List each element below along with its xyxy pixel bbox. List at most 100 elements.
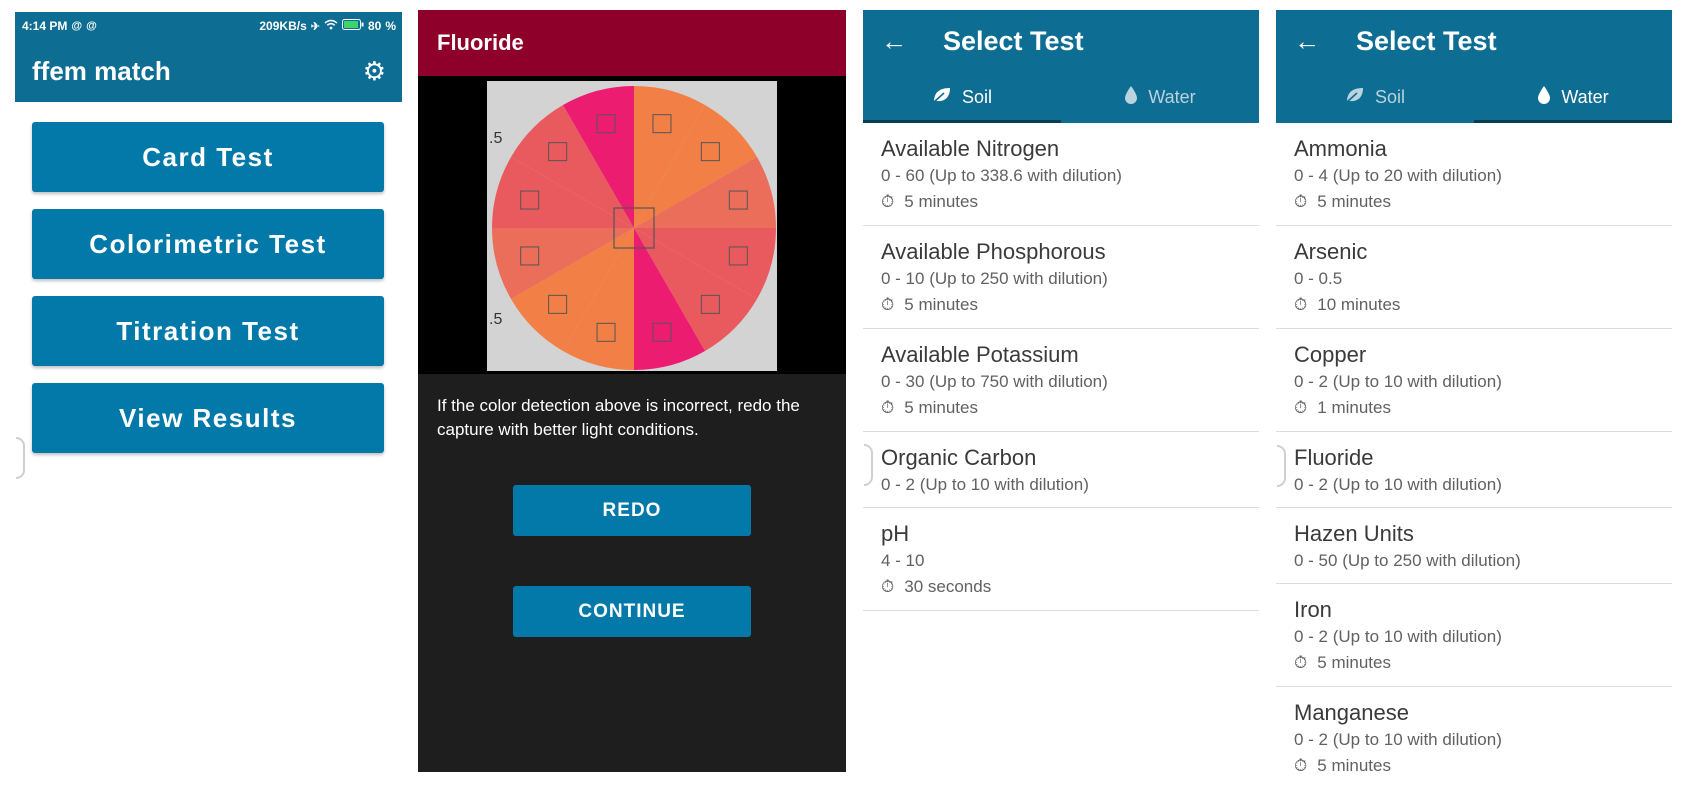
titration-test-button[interactable]: Titration Test bbox=[32, 296, 384, 366]
test-range: 0 - 2 (Up to 10 with dilution) bbox=[1294, 372, 1502, 391]
fluoride-result-screen: Fluoride .5 .5 If the color detection ab… bbox=[418, 10, 846, 772]
timer-icon: ⏱ bbox=[1294, 653, 1308, 672]
tab-label: Water bbox=[1148, 87, 1196, 107]
test-list: Available Nitrogen 0 - 60 (Up to 338.6 w… bbox=[863, 123, 1259, 611]
tab-water[interactable]: Water bbox=[1061, 72, 1259, 123]
list-item[interactable]: Organic Carbon 0 - 2 (Up to 10 with dilu… bbox=[863, 432, 1259, 508]
app-bar: ffem match ⚙ bbox=[15, 40, 402, 102]
timer-icon: ⏱ bbox=[1294, 192, 1308, 211]
test-range: 0 - 10 (Up to 250 with dilution) bbox=[881, 269, 1108, 288]
timer-icon: ⏱ bbox=[1294, 756, 1308, 772]
partial-label: .5 bbox=[489, 311, 502, 328]
timer-icon: ⏱ bbox=[881, 577, 895, 596]
test-time: 5 minutes bbox=[1317, 653, 1391, 672]
battery-level: 80 bbox=[367, 19, 382, 33]
test-range: 0 - 4 (Up to 20 with dilution) bbox=[1294, 166, 1502, 185]
list-item[interactable]: Arsenic 0 - 0.5 ⏱ 10 minutes bbox=[1276, 226, 1672, 329]
list-item[interactable]: Manganese 0 - 2 (Up to 10 with dilution)… bbox=[1276, 687, 1672, 772]
test-name: Arsenic bbox=[1294, 239, 1368, 264]
colorimetric-test-button[interactable]: Colorimetric Test bbox=[32, 209, 384, 279]
list-item[interactable]: Available Potassium 0 - 30 (Up to 750 wi… bbox=[863, 329, 1259, 432]
gear-icon[interactable]: ⚙ bbox=[363, 58, 386, 84]
view-results-button[interactable]: View Results bbox=[32, 383, 384, 453]
page-title: Select Test bbox=[1356, 25, 1497, 56]
list-item[interactable]: Ammonia 0 - 4 (Up to 20 with dilution) ⏱… bbox=[1276, 123, 1672, 226]
test-name: Available Potassium bbox=[881, 342, 1079, 367]
test-time: 5 minutes bbox=[904, 295, 978, 314]
test-range: 4 - 10 bbox=[881, 551, 925, 570]
test-time: 10 minutes bbox=[1317, 295, 1401, 314]
category-tabs: Soil Water bbox=[1276, 72, 1672, 123]
timer-icon: ⏱ bbox=[1294, 398, 1308, 417]
list-item[interactable]: Available Nitrogen 0 - 60 (Up to 338.6 w… bbox=[863, 123, 1259, 226]
timer-icon: ⏱ bbox=[881, 295, 895, 314]
test-time: 1 minutes bbox=[1317, 398, 1391, 417]
test-range: 0 - 50 (Up to 250 with dilution) bbox=[1294, 551, 1521, 570]
list-item[interactable]: Fluoride 0 - 2 (Up to 10 with dilution) bbox=[1276, 432, 1672, 508]
list-item[interactable]: Copper 0 - 2 (Up to 10 with dilution) ⏱ 1… bbox=[1276, 329, 1672, 432]
test-range: 0 - 2 (Up to 10 with dilution) bbox=[1294, 730, 1502, 749]
tab-label: Water bbox=[1561, 87, 1609, 107]
status-bar: 4:14 PM @ @ 209KB/s ✈ 80% bbox=[15, 12, 402, 40]
main-menu-screen: 4:14 PM @ @ 209KB/s ✈ 80% ffem match ⚙ C… bbox=[15, 12, 402, 772]
test-name: Copper bbox=[1294, 342, 1367, 367]
continue-button[interactable]: CONTINUE bbox=[513, 586, 751, 637]
test-list: Ammonia 0 - 4 (Up to 20 with dilution) ⏱… bbox=[1276, 123, 1672, 772]
timer-icon: ⏱ bbox=[881, 192, 895, 211]
select-test-water-screen: ← Select Test Soil Water Ammonia 0 - 4 (… bbox=[1276, 10, 1672, 772]
page-title: Select Test bbox=[943, 25, 1084, 56]
app-bar: Fluoride bbox=[418, 10, 846, 76]
notification-icon: @ bbox=[71, 20, 83, 32]
drop-icon bbox=[1124, 85, 1138, 110]
test-name: Manganese bbox=[1294, 700, 1409, 725]
card-test-button[interactable]: Card Test bbox=[32, 122, 384, 192]
test-range: 0 - 30 (Up to 750 with dilution) bbox=[881, 372, 1108, 391]
tab-soil[interactable]: Soil bbox=[1276, 72, 1474, 123]
notification-icon: @ bbox=[86, 20, 97, 32]
select-test-soil-screen: ← Select Test Soil Water Available Nitro… bbox=[863, 10, 1259, 772]
timer-icon: ⏱ bbox=[881, 398, 895, 417]
color-wheel: .5 .5 bbox=[487, 81, 777, 371]
test-name: Hazen Units bbox=[1294, 521, 1414, 546]
test-range: 0 - 2 (Up to 10 with dilution) bbox=[881, 475, 1089, 494]
test-name: Organic Carbon bbox=[881, 445, 1037, 470]
overscroll-indicator bbox=[1277, 445, 1286, 487]
test-name: Fluoride bbox=[1294, 445, 1374, 470]
app-bar: ← Select Test bbox=[863, 10, 1259, 72]
timer-icon: ⏱ bbox=[1294, 295, 1308, 314]
overscroll-indicator bbox=[16, 437, 25, 479]
test-range: 0 - 60 (Up to 338.6 with dilution) bbox=[881, 166, 1122, 185]
test-time: 30 seconds bbox=[904, 577, 992, 596]
test-time: 5 minutes bbox=[904, 398, 978, 417]
page-title: Fluoride bbox=[437, 30, 524, 55]
test-time: 5 minutes bbox=[1317, 192, 1391, 211]
list-item[interactable]: Available Phosphorous 0 - 10 (Up to 250 … bbox=[863, 226, 1259, 329]
drop-icon bbox=[1537, 85, 1551, 110]
test-range: 0 - 2 (Up to 10 with dilution) bbox=[1294, 475, 1502, 494]
tab-soil[interactable]: Soil bbox=[863, 72, 1061, 123]
tab-water[interactable]: Water bbox=[1474, 72, 1672, 123]
test-name: Available Phosphorous bbox=[881, 239, 1106, 264]
list-item[interactable]: Iron 0 - 2 (Up to 10 with dilution) ⏱ 5 m… bbox=[1276, 584, 1672, 687]
battery-icon bbox=[341, 19, 364, 33]
overscroll-indicator bbox=[864, 444, 873, 486]
test-range: 0 - 0.5 bbox=[1294, 269, 1343, 288]
back-arrow-icon[interactable]: ← bbox=[1276, 26, 1338, 57]
test-time: 5 minutes bbox=[1317, 756, 1391, 772]
tab-label: Soil bbox=[961, 87, 992, 107]
partial-label: .5 bbox=[489, 130, 502, 147]
captured-card-image: .5 .5 bbox=[418, 76, 846, 374]
list-item[interactable]: Hazen Units 0 - 50 (Up to 250 with dilut… bbox=[1276, 508, 1672, 584]
tab-label: Soil bbox=[1374, 87, 1405, 107]
airplane-icon: ✈ bbox=[310, 20, 320, 33]
instruction-text: If the color detection above is incorrec… bbox=[437, 396, 800, 439]
list-item[interactable]: pH 4 - 10 ⏱ 30 seconds bbox=[863, 508, 1259, 611]
category-tabs: Soil Water bbox=[863, 72, 1259, 123]
redo-button[interactable]: REDO bbox=[513, 485, 751, 536]
app-title: ffem match bbox=[32, 55, 171, 86]
back-arrow-icon[interactable]: ← bbox=[863, 26, 925, 57]
app-bar: ← Select Test bbox=[1276, 10, 1672, 72]
leaf-icon bbox=[932, 86, 952, 109]
test-name: pH bbox=[881, 521, 910, 546]
test-range: 0 - 2 (Up to 10 with dilution) bbox=[1294, 627, 1502, 646]
